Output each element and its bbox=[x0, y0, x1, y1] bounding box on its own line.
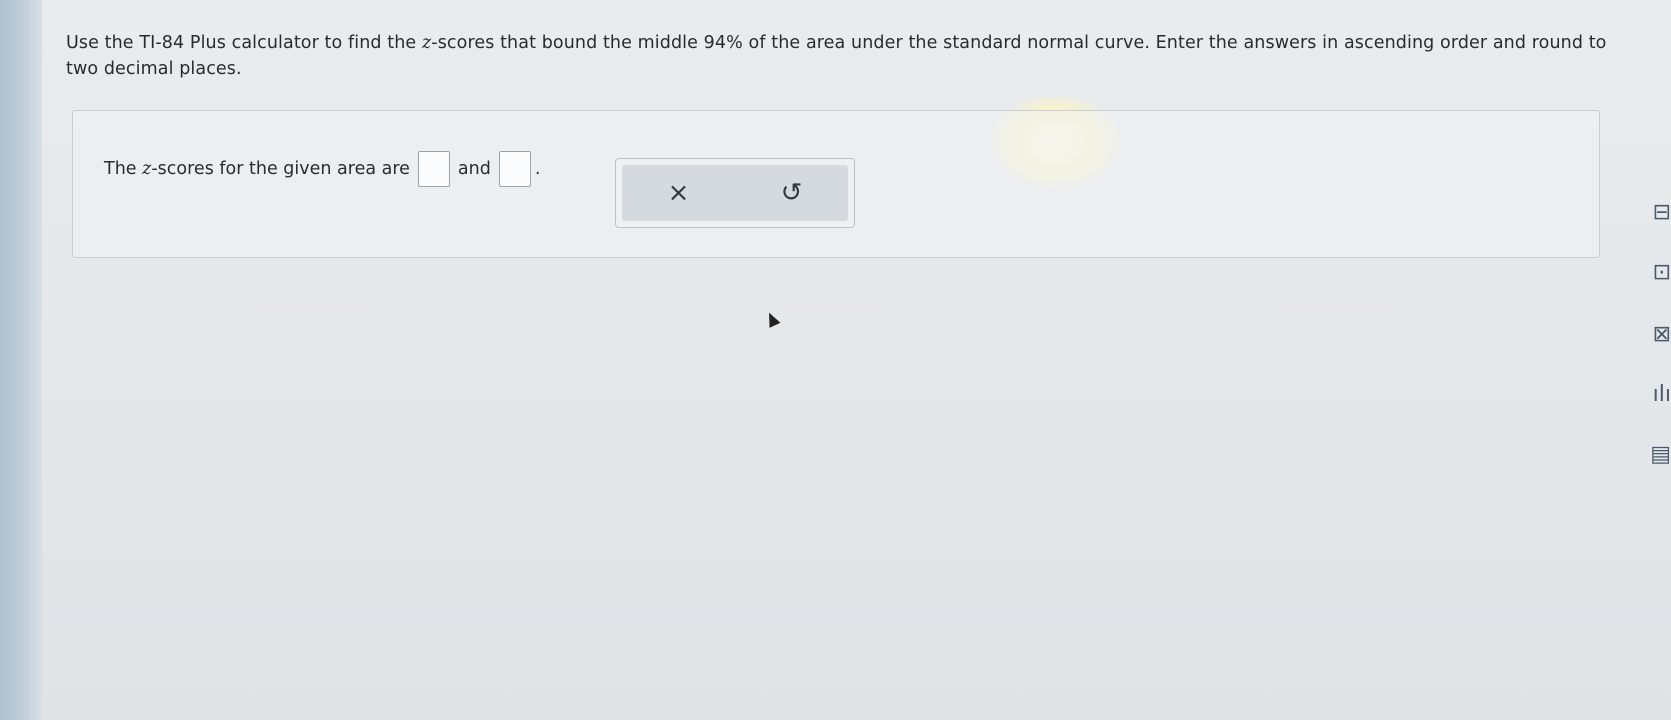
question-part1: Use the TI-84 Plus calculator to find th… bbox=[66, 33, 422, 53]
window-left-edge bbox=[0, 0, 42, 720]
answer-var: z bbox=[142, 159, 152, 179]
answer-input-1[interactable] bbox=[417, 151, 450, 187]
undo-icon[interactable]: ↺ bbox=[781, 180, 803, 206]
question-var: z bbox=[421, 33, 432, 53]
answer-conjunction: and bbox=[457, 159, 491, 179]
answer-sentence: The z-scores for the given area are and … bbox=[104, 151, 540, 187]
question-text: Use the TI-84 Plus calculator to find th… bbox=[66, 30, 1626, 82]
answer-tools-inner: × ↺ bbox=[622, 165, 848, 221]
answer-tools: × ↺ bbox=[615, 158, 855, 228]
mouse-cursor-icon bbox=[763, 310, 781, 328]
side-tool-icon-1[interactable]: ⊟ bbox=[1645, 200, 1671, 228]
chart-icon[interactable]: ılı bbox=[1645, 382, 1671, 410]
answer-input-2[interactable] bbox=[498, 151, 531, 187]
side-toolbar: ⊟ ⊡ ⊠ ılı ▤ bbox=[1643, 160, 1671, 480]
answer-prefix: The z-scores for the given area are bbox=[104, 159, 410, 179]
answer-period: . bbox=[534, 159, 541, 179]
mail-icon[interactable]: ⊠ bbox=[1645, 322, 1671, 350]
calculator-icon[interactable]: ▤ bbox=[1645, 442, 1671, 470]
side-tool-icon-2[interactable]: ⊡ bbox=[1645, 260, 1671, 288]
clear-icon[interactable]: × bbox=[668, 180, 690, 206]
